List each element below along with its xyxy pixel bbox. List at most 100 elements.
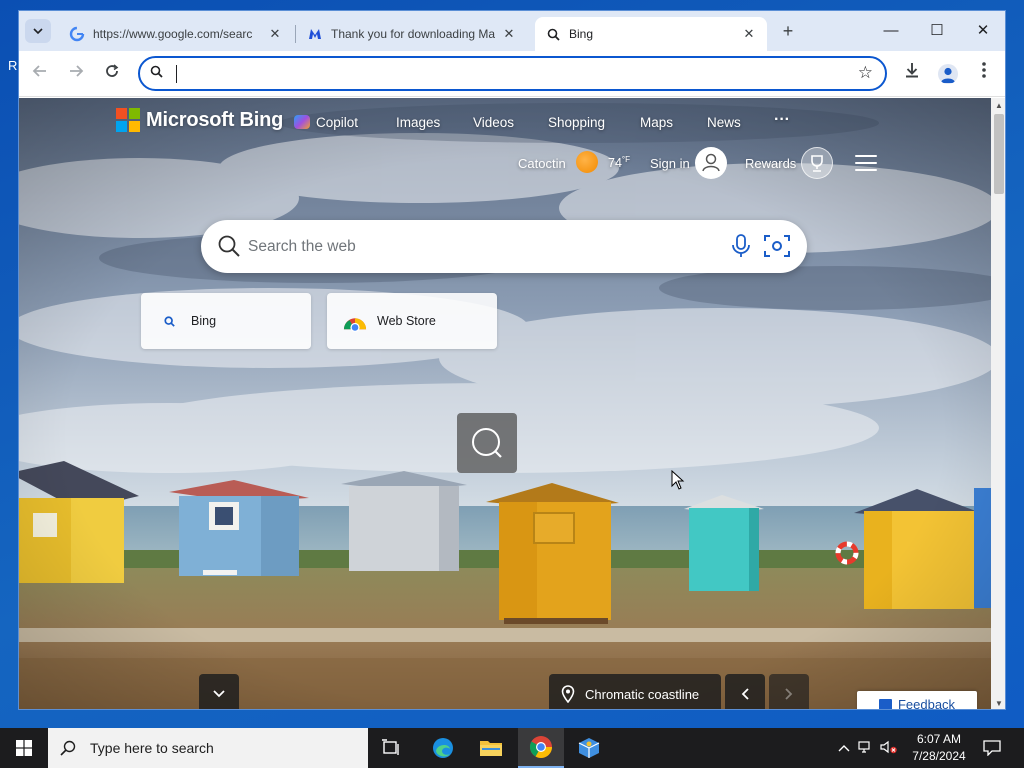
tab-title: Bing xyxy=(569,27,594,41)
search-icon xyxy=(157,309,181,333)
page-viewport: Microsoft Bing Copilot Images Videos Sho… xyxy=(19,98,991,710)
chrome-taskbar-button[interactable] xyxy=(518,728,564,768)
trophy-icon xyxy=(811,155,823,172)
person-outline-icon xyxy=(702,153,720,172)
scroll-down-button[interactable] xyxy=(199,674,239,709)
nav-copilot[interactable]: Copilot xyxy=(294,115,358,130)
microsoft-logo-icon xyxy=(116,108,140,132)
close-icon[interactable]: ✕ xyxy=(501,26,517,42)
search-icon xyxy=(150,65,163,81)
maximize-button[interactable]: ☐ xyxy=(917,19,957,43)
package-icon xyxy=(578,738,600,758)
menu-button[interactable] xyxy=(971,61,997,87)
browser-toolbar: ☆ xyxy=(19,51,1005,97)
arrow-left-icon xyxy=(32,65,46,77)
page-scrollbar[interactable]: ▲ ▼ xyxy=(991,98,1005,709)
image-info-button[interactable]: Chromatic coastline xyxy=(549,674,721,709)
weather-temperature[interactable]: 74°F xyxy=(608,155,630,170)
chevron-up-icon[interactable] xyxy=(838,741,850,755)
scroll-down-arrow-icon[interactable]: ▼ xyxy=(991,699,1005,708)
scroll-up-arrow-icon[interactable]: ▲ xyxy=(991,101,1005,110)
volume-muted-icon[interactable] xyxy=(880,740,898,757)
clock-time: 6:07 AM xyxy=(916,732,962,746)
sun-weather-icon[interactable] xyxy=(576,151,598,173)
person-icon xyxy=(941,67,955,83)
chevron-right-icon xyxy=(785,688,793,700)
address-bar[interactable]: ☆ xyxy=(138,56,887,91)
chat-bubble-icon xyxy=(878,699,892,709)
network-icon[interactable] xyxy=(858,740,874,757)
feedback-button[interactable]: Feedback xyxy=(857,691,977,710)
close-window-button[interactable]: ✕ xyxy=(963,19,1003,43)
nav-images[interactable]: Images xyxy=(396,115,440,130)
store-taskbar-button[interactable] xyxy=(566,728,612,768)
hamburger-menu-icon[interactable] xyxy=(855,155,877,171)
rewards-link[interactable]: Rewards xyxy=(745,156,796,171)
notifications-button[interactable] xyxy=(970,728,1014,768)
visual-search-button[interactable] xyxy=(457,413,517,473)
mouse-cursor-icon xyxy=(671,470,685,490)
chevron-left-icon xyxy=(741,688,749,700)
rewards-button[interactable] xyxy=(801,147,833,179)
visual-search-icon[interactable] xyxy=(763,233,791,259)
edge-taskbar-button[interactable] xyxy=(420,728,466,768)
temperature-value: 74 xyxy=(608,156,622,171)
previous-image-button[interactable] xyxy=(725,674,765,709)
taskbar-search-box[interactable]: Type here to search xyxy=(48,728,368,768)
feedback-label: Feedback xyxy=(897,697,956,710)
nav-shopping[interactable]: Shopping xyxy=(548,115,605,130)
new-tab-button[interactable]: + xyxy=(776,19,800,43)
malwarebytes-icon xyxy=(307,26,323,42)
close-icon[interactable]: ✕ xyxy=(267,26,283,42)
next-image-button[interactable] xyxy=(769,674,809,709)
background-photo xyxy=(19,98,991,709)
nav-copilot-label: Copilot xyxy=(316,115,359,130)
tab-title: https://www.google.com/searc xyxy=(93,27,253,41)
copilot-icon xyxy=(294,115,310,129)
taskbar-clock[interactable]: 6:07 AM 7/28/2024 xyxy=(900,731,978,765)
search-icon xyxy=(218,235,240,257)
nav-videos[interactable]: Videos xyxy=(473,115,514,130)
tab-bing[interactable]: Bing ✕ xyxy=(535,17,767,51)
bookmark-star-icon[interactable]: ☆ xyxy=(858,63,873,83)
notification-icon xyxy=(983,740,1001,756)
reload-button[interactable] xyxy=(99,61,125,87)
desktop-edge-glyph: R xyxy=(8,58,18,73)
download-icon xyxy=(906,63,918,78)
profile-avatar[interactable] xyxy=(938,64,958,84)
quick-link-bing[interactable]: Bing xyxy=(141,293,311,349)
tab-search-button[interactable] xyxy=(25,19,51,43)
edge-icon xyxy=(433,738,453,758)
windows-taskbar: Type here to search 6:07 AM 7/28/2024 xyxy=(0,728,1024,768)
quick-link-web-store[interactable]: Web Store xyxy=(327,293,497,349)
tab-malwarebytes[interactable]: Thank you for downloading Ma ✕ xyxy=(297,17,527,51)
kebab-menu-icon xyxy=(982,62,986,78)
sign-in-link[interactable]: Sign in xyxy=(650,156,690,171)
downloads-button[interactable] xyxy=(899,61,925,87)
address-input[interactable] xyxy=(174,62,814,86)
close-icon[interactable]: ✕ xyxy=(741,26,757,42)
tab-google[interactable]: https://www.google.com/searc ✕ xyxy=(59,17,293,51)
file-explorer-button[interactable] xyxy=(468,728,514,768)
weather-location[interactable]: Catoctin xyxy=(518,156,566,171)
arrow-right-icon xyxy=(70,65,84,77)
back-button[interactable] xyxy=(27,61,53,87)
scrollbar-thumb[interactable] xyxy=(994,114,1004,194)
nav-news[interactable]: News xyxy=(707,115,741,130)
nav-maps[interactable]: Maps xyxy=(640,115,673,130)
forward-button[interactable] xyxy=(63,61,89,87)
chrome-web-store-icon xyxy=(343,309,367,333)
start-button[interactable] xyxy=(0,728,48,768)
web-search-input[interactable] xyxy=(248,234,718,260)
clock-date: 7/28/2024 xyxy=(912,749,966,763)
windows-logo-icon xyxy=(16,740,32,756)
bing-logo[interactable]: Microsoft Bing xyxy=(116,108,283,132)
google-g-icon xyxy=(69,26,85,42)
minimize-button[interactable]: — xyxy=(871,19,911,43)
microphone-icon[interactable] xyxy=(730,233,752,259)
task-view-button[interactable] xyxy=(368,728,414,768)
user-avatar-button[interactable] xyxy=(695,147,727,179)
chrome-icon xyxy=(529,736,552,758)
web-search-box[interactable] xyxy=(201,220,807,273)
nav-more-button[interactable]: ··· xyxy=(774,111,790,129)
